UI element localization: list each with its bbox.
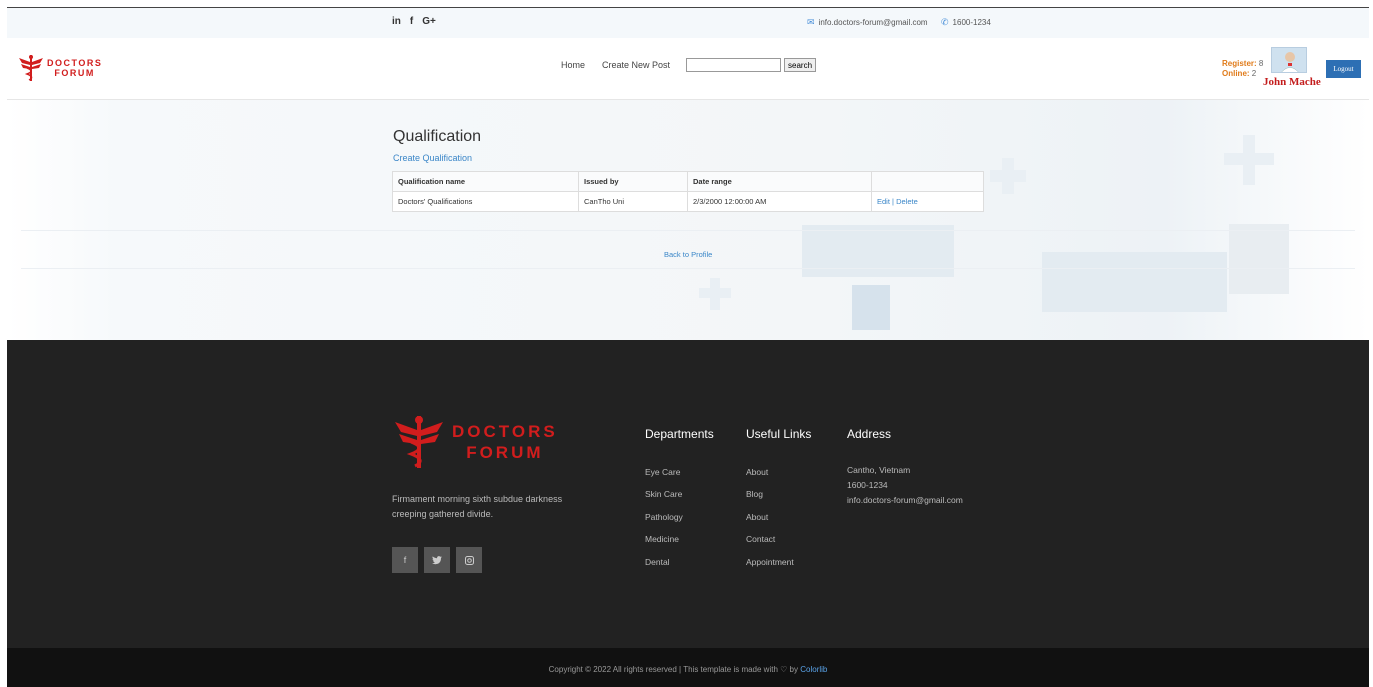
nav-home[interactable]: Home (561, 60, 585, 70)
address-email: info.doctors-forum@gmail.com (847, 495, 963, 505)
list-item[interactable]: Pathology (645, 512, 683, 534)
background-shape (1229, 224, 1289, 294)
column-header-issued-by: Issued by (578, 171, 688, 192)
column-header-actions (871, 171, 984, 192)
background-shape (699, 288, 731, 298)
twitter-icon[interactable] (424, 547, 450, 573)
user-stats: Register: 8 Online: 2 (1222, 59, 1263, 79)
cell-qualification-name: Doctors' Qualifications (392, 191, 579, 212)
google-plus-icon[interactable]: G+ (422, 16, 436, 27)
background-shape (990, 170, 1026, 182)
address-block: Cantho, Vietnam 1600-1234 info.doctors-f… (847, 463, 963, 508)
footer-social-links: f (392, 547, 482, 573)
footer-logo[interactable]: DOCTORS FORUM (392, 414, 558, 470)
doctor-avatar-icon (1272, 48, 1306, 72)
copyright-bar: Copyright © 2022 All rights reserved | T… (7, 648, 1369, 687)
logo-line-1: DOCTORS (47, 58, 103, 68)
useful-links-title: Useful Links (746, 427, 812, 441)
column-header-date-range: Date range (687, 171, 872, 192)
footer-logo-line-2: FORUM (466, 443, 544, 462)
main-nav: Home Create New Post (561, 60, 670, 70)
register-stat: Register: 8 (1222, 59, 1264, 68)
site-footer: DOCTORS FORUM Firmament morning sixth su… (7, 340, 1369, 648)
top-phone: ✆ 1600-1234 (941, 17, 991, 27)
background-line (21, 268, 1355, 269)
top-social-links: in f G+ (392, 16, 436, 27)
logout-button[interactable]: Logout (1326, 60, 1361, 78)
linkedin-icon[interactable]: in (392, 16, 401, 27)
instagram-icon[interactable] (456, 547, 482, 573)
address-city: Cantho, Vietnam (847, 465, 911, 475)
main-content: Qualification Create Qualification Quali… (7, 100, 1369, 340)
page-title: Qualification (393, 128, 482, 145)
list-item[interactable]: About (746, 467, 794, 489)
site-header: DOCTORS FORUM Home Create New Post searc… (7, 38, 1369, 100)
departments-list: Eye Care Skin Care Pathology Medicine De… (645, 467, 683, 579)
username[interactable]: John Mache (1263, 76, 1321, 88)
logo-line-2: FORUM (54, 68, 95, 78)
colorlib-link[interactable]: Colorlib (800, 665, 827, 674)
avatar[interactable] (1271, 47, 1307, 73)
background-line (21, 230, 1355, 231)
back-to-profile-link[interactable]: Back to Profile (664, 250, 712, 259)
create-qualification-link[interactable]: Create Qualification (393, 153, 472, 163)
column-header-name: Qualification name (392, 171, 579, 192)
footer-description: Firmament morning sixth subdue darkness … (392, 494, 563, 519)
list-item[interactable]: Eye Care (645, 467, 683, 489)
useful-links-list: About Blog About Contact Appointment (746, 467, 794, 579)
site-logo[interactable]: DOCTORS FORUM (18, 54, 102, 82)
footer-logo-line-1: DOCTORS (452, 422, 558, 441)
list-item[interactable]: Dental (645, 557, 683, 579)
envelope-icon: ✉ (807, 17, 815, 27)
edit-link[interactable]: Edit (877, 197, 890, 206)
heart-icon: ♡ (780, 665, 788, 674)
top-contact-bar: in f G+ ✉ info.doctors-forum@gmail.com ✆… (7, 7, 1369, 38)
top-email: ✉ info.doctors-forum@gmail.com (807, 17, 928, 27)
background-shape (802, 225, 954, 277)
cell-issued-by: CanTho Uni (578, 191, 688, 212)
address-title: Address (847, 427, 892, 441)
facebook-icon[interactable]: f (392, 547, 418, 573)
phone-icon: ✆ (941, 17, 949, 27)
nav-create-new-post[interactable]: Create New Post (602, 60, 670, 70)
list-item[interactable]: Contact (746, 534, 794, 556)
online-stat: Online: 2 (1222, 69, 1257, 78)
list-item[interactable]: Medicine (645, 534, 683, 556)
list-item[interactable]: Appointment (746, 557, 794, 579)
cell-date-range: 2/3/2000 12:00:00 AM (687, 191, 872, 212)
delete-link[interactable]: Delete (896, 197, 918, 206)
address-phone: 1600-1234 (847, 480, 888, 490)
list-item[interactable]: Blog (746, 489, 794, 511)
departments-title: Departments (645, 427, 714, 441)
search-form: search (686, 58, 817, 72)
caduceus-icon (19, 55, 43, 81)
table-row: Doctors' Qualifications CanTho Uni 2/3/2… (392, 191, 984, 212)
background-shape (1042, 252, 1227, 312)
facebook-icon[interactable]: f (410, 16, 413, 27)
copyright-text: Copyright © 2022 All rights reserved | T… (548, 665, 828, 674)
search-button[interactable]: search (784, 58, 817, 72)
table-header-row: Qualification name Issued by Date range (392, 171, 984, 192)
list-item[interactable]: Skin Care (645, 489, 683, 511)
background-shape (1224, 153, 1274, 165)
caduceus-icon (395, 416, 443, 468)
list-item[interactable]: About (746, 512, 794, 534)
qualification-table: Qualification name Issued by Date range … (392, 171, 984, 212)
cell-actions: Edit | Delete (871, 191, 984, 212)
search-input[interactable] (686, 58, 781, 72)
background-shape (852, 285, 890, 330)
